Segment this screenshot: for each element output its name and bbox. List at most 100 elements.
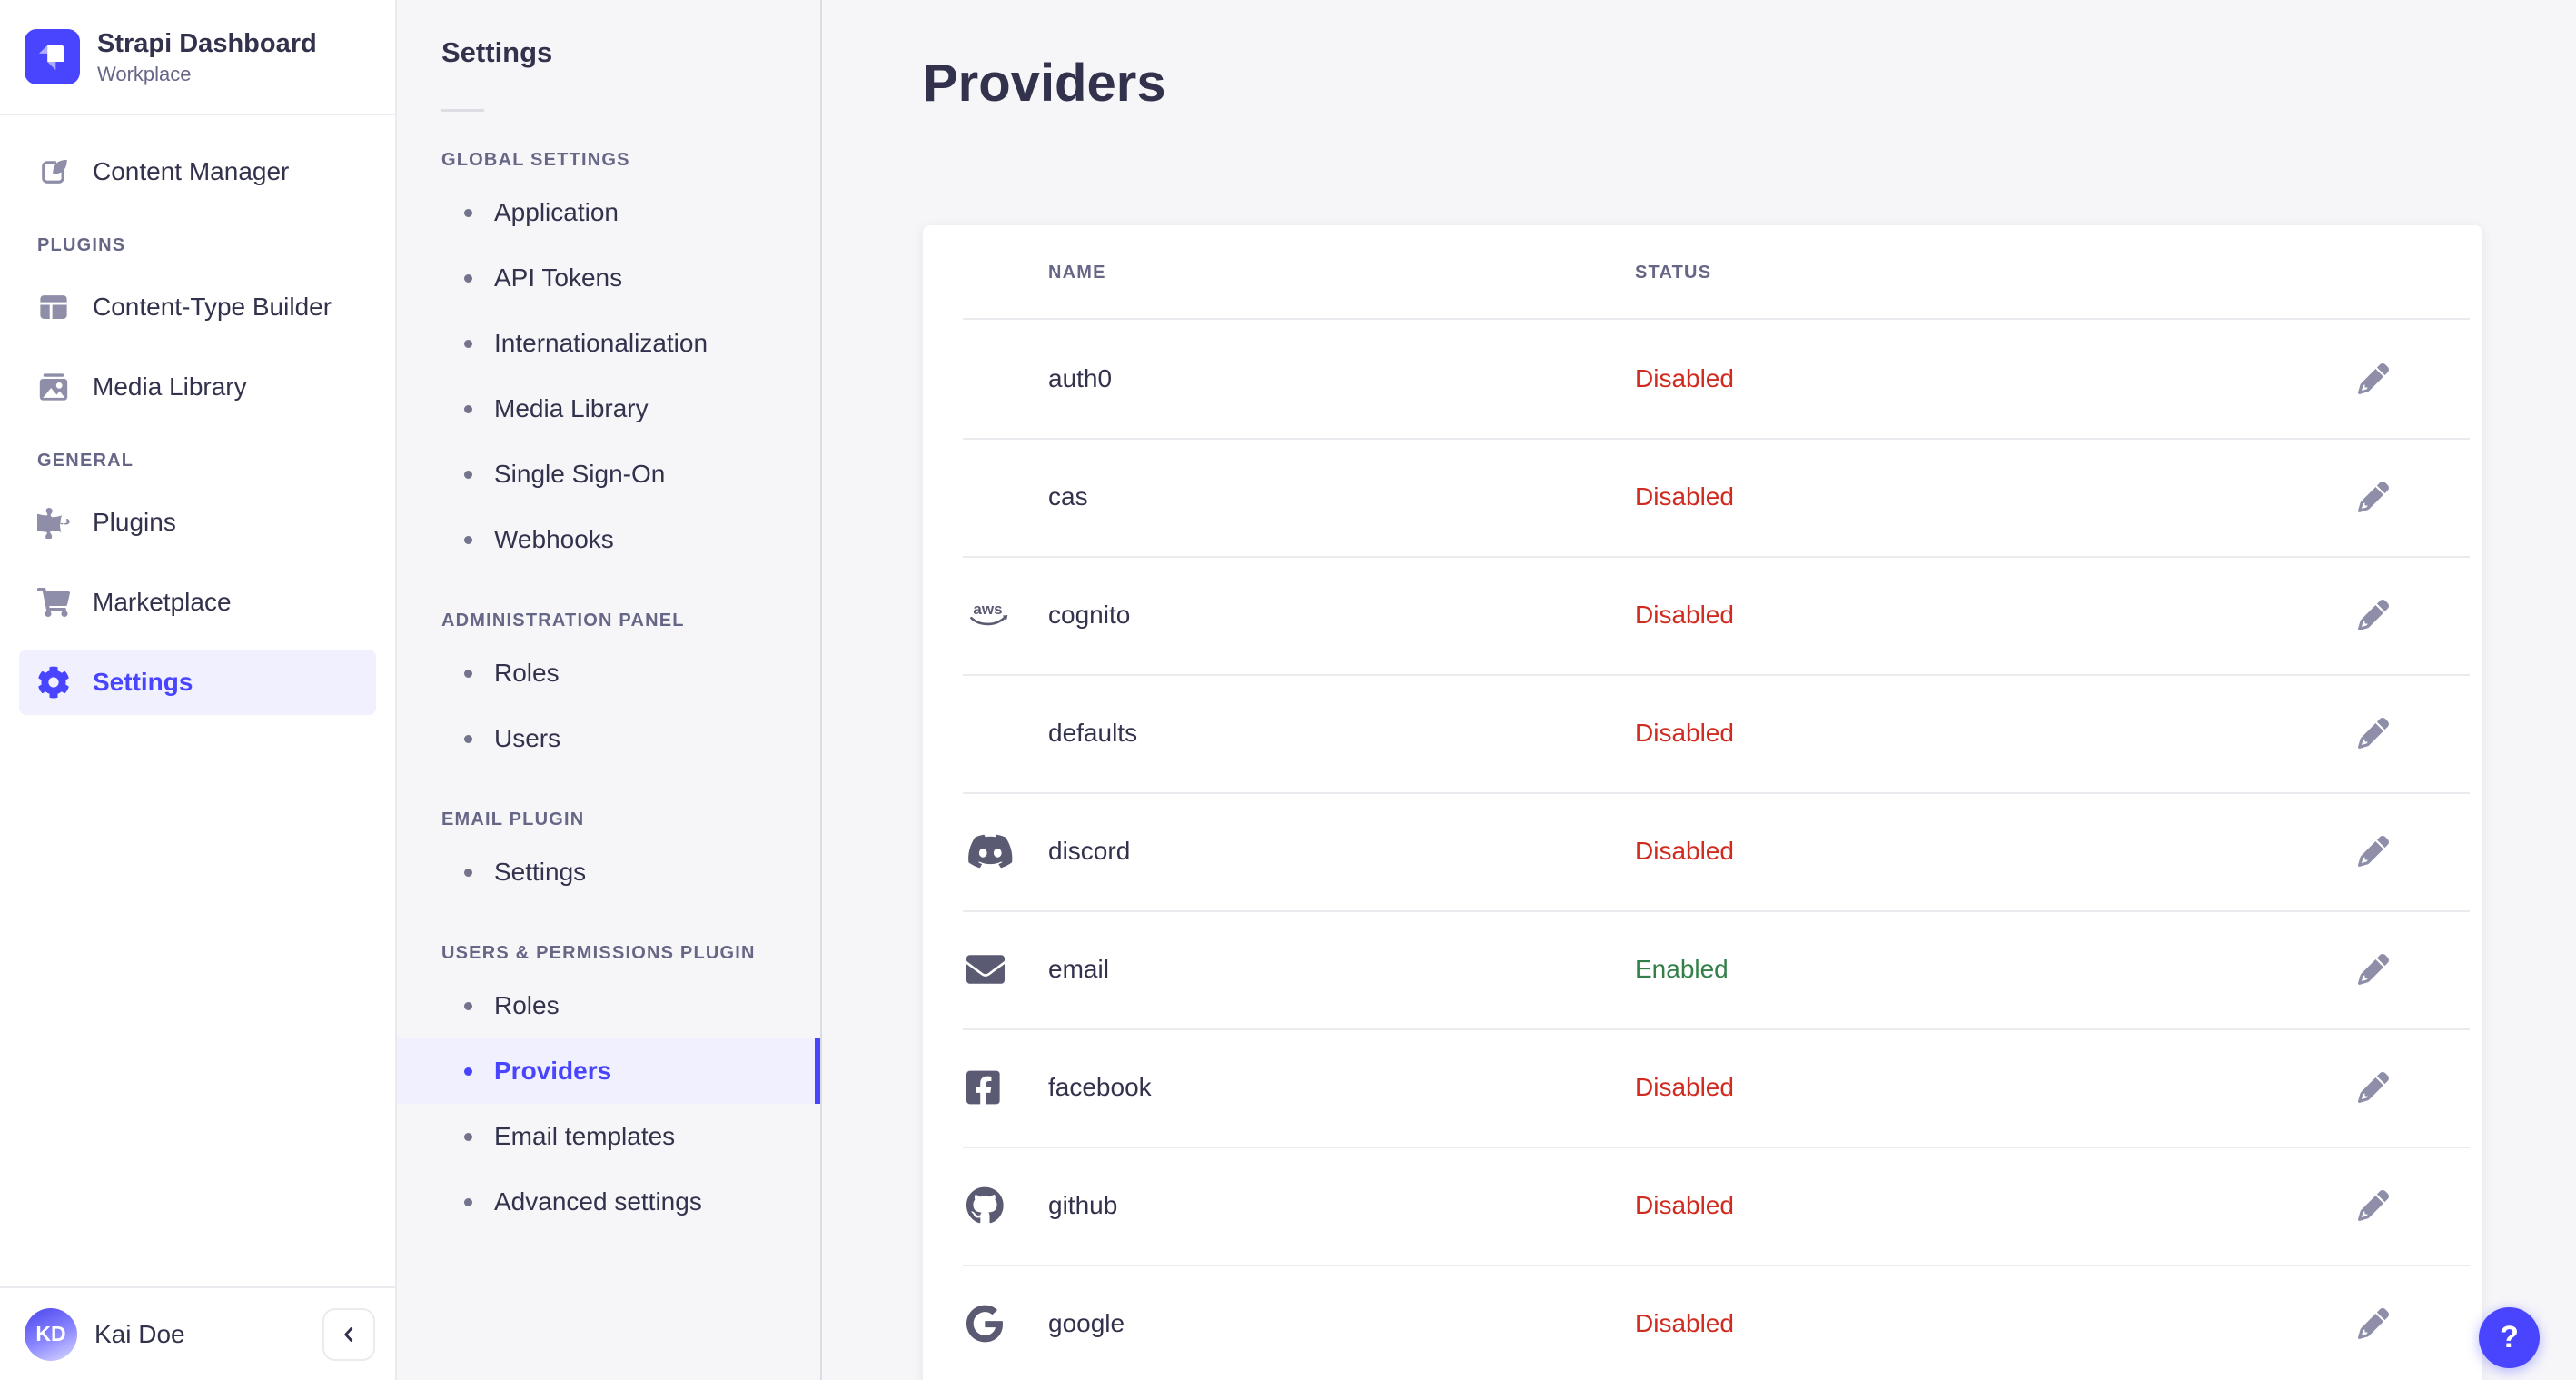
chevron-left-icon xyxy=(337,1323,361,1346)
brand-text: Strapi Dashboard Workplace xyxy=(97,27,317,86)
edit-provider-button[interactable] xyxy=(2352,357,2395,401)
subnav-list: Roles Users xyxy=(397,640,820,771)
provider-actions xyxy=(2352,357,2482,401)
subnav-item-api-tokens[interactable]: API Tokens xyxy=(397,245,820,311)
subnav-item-label: Single Sign-On xyxy=(494,460,666,488)
subnav-section-title: GLOBAL SETTINGS xyxy=(441,150,630,170)
subnav-item-roles[interactable]: Roles xyxy=(397,640,820,706)
provider-name: auth0 xyxy=(1048,364,1113,392)
edit-provider-button[interactable] xyxy=(2352,1184,2395,1227)
aws-icon xyxy=(966,601,1011,630)
nav-item-label: Content-Type Builder xyxy=(93,293,332,321)
discord-icon xyxy=(966,832,1015,870)
subnav-item-application[interactable]: Application xyxy=(397,180,820,245)
provider-status: Disabled xyxy=(1635,837,1734,865)
nav-section-general: GENERAL xyxy=(37,451,134,471)
bullet-icon xyxy=(464,470,472,479)
nav-item-settings[interactable]: Settings xyxy=(19,650,376,715)
provider-status: Disabled xyxy=(1635,482,1734,511)
table-header: NAME STATUS xyxy=(923,225,2482,320)
provider-row-email: email Enabled xyxy=(923,910,2482,1028)
provider-icon-cell xyxy=(966,1305,1048,1343)
subnav-list: Roles Providers Email templates Advanced… xyxy=(397,973,820,1235)
subnav-item-internationalization[interactable]: Internationalization xyxy=(397,311,820,376)
bullet-icon xyxy=(464,1197,472,1206)
nav-item-marketplace[interactable]: Marketplace xyxy=(19,570,376,635)
provider-row-google: google Disabled xyxy=(923,1265,2482,1380)
subnav-item-label: Settings xyxy=(494,858,587,886)
provider-status: Disabled xyxy=(1635,601,1734,629)
brand-block[interactable]: Strapi Dashboard Workplace xyxy=(0,0,395,115)
strapi-logo-icon xyxy=(25,29,80,84)
subnav-item-settings[interactable]: Settings xyxy=(397,839,820,905)
subnav-section: GLOBAL SETTINGS Application API Tokens I… xyxy=(397,150,820,572)
provider-row-discord: discord Disabled xyxy=(923,792,2482,910)
table-body: auth0 Disabled cas Disabled cognito Disa… xyxy=(923,320,2482,1380)
subnav-item-media-library[interactable]: Media Library xyxy=(397,376,820,442)
subnav-item-email-templates[interactable]: Email templates xyxy=(397,1104,820,1169)
edit-provider-button[interactable] xyxy=(2352,711,2395,755)
main-nav-list: Content Manager PLUGINS Content-Type Bui… xyxy=(0,115,395,1286)
nav-item-content-manager[interactable]: Content Manager xyxy=(19,139,376,204)
subnav-item-providers[interactable]: Providers xyxy=(397,1038,820,1104)
bullet-icon xyxy=(464,535,472,544)
provider-name: facebook xyxy=(1048,1073,1152,1101)
nav-item-label: Marketplace xyxy=(93,588,232,616)
edit-provider-button[interactable] xyxy=(2352,1302,2395,1345)
providers-table-card: NAME STATUS auth0 Disabled cas Disabled … xyxy=(923,225,2482,1380)
subnav-item-webhooks[interactable]: Webhooks xyxy=(397,507,820,572)
provider-row-facebook: facebook Disabled xyxy=(923,1028,2482,1147)
column-header-status: STATUS xyxy=(1635,262,1712,283)
content-type-builder-icon xyxy=(37,291,70,323)
subnav-divider xyxy=(441,109,484,112)
main-sidebar: Strapi Dashboard Workplace Content Manag… xyxy=(0,0,397,1380)
provider-name: google xyxy=(1048,1309,1125,1337)
provider-row-auth0: auth0 Disabled xyxy=(923,320,2482,438)
media-library-icon xyxy=(37,371,70,403)
subnav-section-title: ADMINISTRATION PANEL xyxy=(441,611,685,630)
edit-provider-button[interactable] xyxy=(2352,829,2395,873)
provider-actions xyxy=(2352,475,2482,519)
provider-status: Disabled xyxy=(1635,1191,1734,1219)
subnav-item-roles[interactable]: Roles xyxy=(397,973,820,1038)
subnav-item-label: Media Library xyxy=(494,394,649,422)
provider-name: email xyxy=(1048,955,1109,983)
settings-gear-icon xyxy=(37,666,70,699)
subnav-item-advanced-settings[interactable]: Advanced settings xyxy=(397,1169,820,1235)
provider-name: github xyxy=(1048,1191,1118,1219)
nav-item-label: Content Manager xyxy=(93,157,290,185)
nav-item-content-type-builder[interactable]: Content-Type Builder xyxy=(19,274,376,340)
help-button[interactable]: ? xyxy=(2479,1307,2540,1368)
pencil-icon xyxy=(2358,954,2389,985)
nav-item-plugins[interactable]: Plugins xyxy=(19,490,376,555)
nav-item-label: Settings xyxy=(93,668,193,696)
nav-item-media-library[interactable]: Media Library xyxy=(19,354,376,420)
subnav-item-label: Advanced settings xyxy=(494,1187,702,1216)
bullet-icon xyxy=(464,868,472,877)
provider-icon-cell xyxy=(966,832,1048,870)
provider-name: cas xyxy=(1048,482,1088,511)
edit-provider-button[interactable] xyxy=(2352,1066,2395,1109)
collapse-sidebar-button[interactable] xyxy=(322,1307,375,1361)
provider-actions xyxy=(2352,948,2482,991)
github-icon xyxy=(966,1186,1004,1225)
user-avatar[interactable]: KD xyxy=(25,1307,77,1361)
bullet-icon xyxy=(464,404,472,413)
subnav-item-single-sign-on[interactable]: Single Sign-On xyxy=(397,442,820,507)
email-icon xyxy=(966,950,1005,988)
edit-provider-button[interactable] xyxy=(2352,948,2395,991)
subnav-section: USERS & PERMISSIONS PLUGIN Roles Provide… xyxy=(397,943,820,1235)
edit-provider-button[interactable] xyxy=(2352,475,2395,519)
edit-provider-button[interactable] xyxy=(2352,593,2395,637)
subnav-section-title: EMAIL PLUGIN xyxy=(441,809,585,829)
subnav-item-label: Roles xyxy=(494,991,560,1019)
bullet-icon xyxy=(464,734,472,743)
subnav-item-label: Application xyxy=(494,198,619,226)
provider-row-cognito: cognito Disabled xyxy=(923,556,2482,674)
provider-row-github: github Disabled xyxy=(923,1147,2482,1265)
subnav-item-label: Internationalization xyxy=(494,329,708,357)
provider-icon-cell xyxy=(966,601,1048,630)
settings-subnav: Settings GLOBAL SETTINGS Application API… xyxy=(397,0,822,1380)
subnav-item-users[interactable]: Users xyxy=(397,706,820,771)
pencil-icon xyxy=(2358,836,2389,867)
